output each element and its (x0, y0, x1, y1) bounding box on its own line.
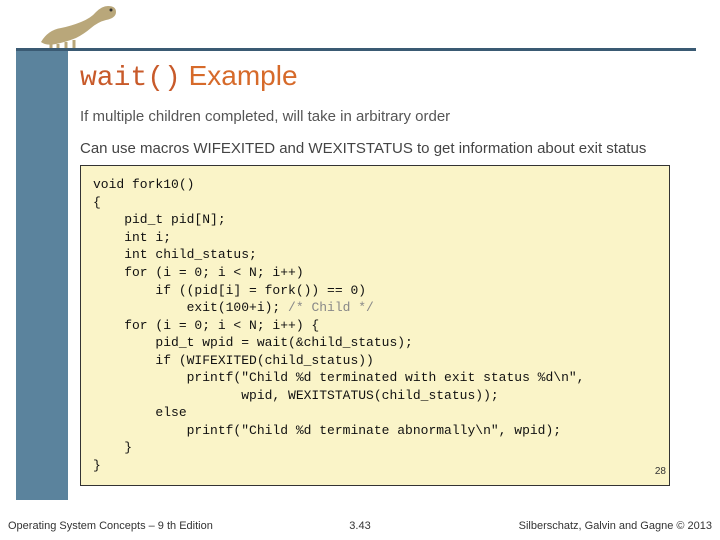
code-line: for (i = 0; i < N; i++) { (93, 318, 319, 333)
code-line: for (i = 0; i < N; i++) (93, 265, 304, 280)
code-line: printf("Child %d terminate abnormally\n"… (93, 423, 561, 438)
slide-footer: Operating System Concepts – 9 th Edition… (0, 506, 720, 536)
code-line: wpid, WEXITSTATUS(child_status)); (93, 388, 499, 403)
code-comment: /* Child */ (288, 300, 374, 315)
inner-page-number: 28 (655, 466, 666, 477)
code-line: if ((pid[i] = fork()) == 0) (93, 283, 366, 298)
code-line: int child_status; (93, 247, 257, 262)
footer-center: 3.43 (349, 520, 370, 532)
dinosaur-logo (36, 0, 126, 50)
code-line: } (93, 458, 101, 473)
code-line: } (93, 440, 132, 455)
code-line: else (93, 405, 187, 420)
code-line: void fork10() (93, 177, 194, 192)
code-line: printf("Child %d terminated with exit st… (93, 370, 584, 385)
description-line-1: If multiple children completed, will tak… (80, 108, 700, 125)
code-line: if (WIFEXITED(child_status)) (93, 353, 374, 368)
code-line: exit(100+i); (93, 300, 288, 315)
code-line: pid_t wpid = wait(&child_status); (93, 335, 413, 350)
code-line: pid_t pid[N]; (93, 212, 226, 227)
slide-title: wait() Example (80, 60, 700, 94)
slide-content: wait() Example If multiple children comp… (80, 60, 700, 486)
title-word: Example (189, 60, 298, 91)
code-line: int i; (93, 230, 171, 245)
header-divider (16, 48, 696, 51)
footer-right: Silberschatz, Galvin and Gagne © 2013 (519, 520, 712, 532)
title-code: wait() (80, 63, 181, 94)
description-line-2: Can use macros WIFEXITED and WEXITSTATUS… (80, 139, 700, 159)
code-line: { (93, 195, 101, 210)
left-accent-bar (16, 51, 68, 500)
footer-left: Operating System Concepts – 9 th Edition (8, 520, 213, 532)
code-block: void fork10() { pid_t pid[N]; int i; int… (80, 165, 670, 485)
